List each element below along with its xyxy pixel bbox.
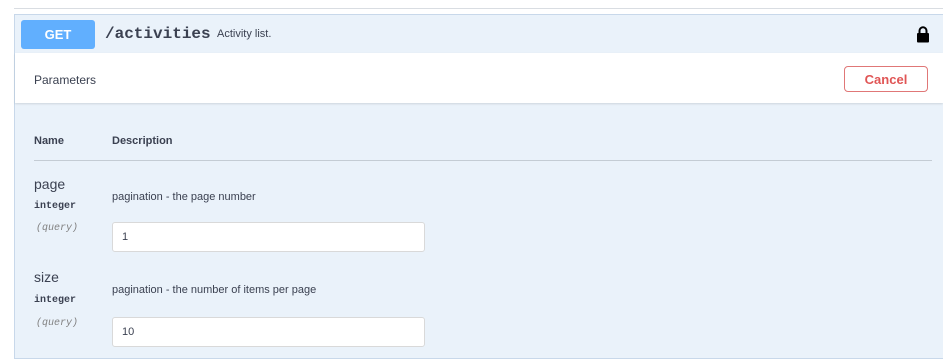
param-name-size: size (34, 269, 59, 285)
parameters-title: Parameters (34, 73, 97, 87)
operation-path: /activities (105, 25, 211, 43)
operation-summary[interactable]: GET /activities Activity list. (15, 15, 943, 54)
operation-summary-text: Activity list. (217, 28, 272, 40)
parameters-header: Parameters Cancel (15, 53, 943, 103)
column-header-description: Description (112, 135, 173, 147)
param-location-page: (query) (36, 223, 79, 234)
column-header-name: Name (34, 135, 64, 147)
param-type-size: integer (34, 295, 77, 306)
param-description-size: pagination - the number of items per pag… (112, 284, 317, 296)
section-top-rule (14, 8, 943, 9)
page-input[interactable] (112, 222, 425, 252)
param-type-page: integer (34, 201, 77, 212)
cancel-button[interactable]: Cancel (844, 66, 928, 92)
param-location-size: (query) (36, 318, 79, 329)
http-method-badge: GET (21, 20, 95, 49)
lock-icon[interactable] (916, 26, 930, 43)
param-name-page: page (34, 176, 66, 192)
column-header-divider (34, 160, 932, 161)
operation-block-get-activities: GET /activities Activity list. Parameter… (14, 14, 943, 359)
param-description-page: pagination - the page number (112, 191, 256, 203)
size-input[interactable] (112, 317, 425, 347)
